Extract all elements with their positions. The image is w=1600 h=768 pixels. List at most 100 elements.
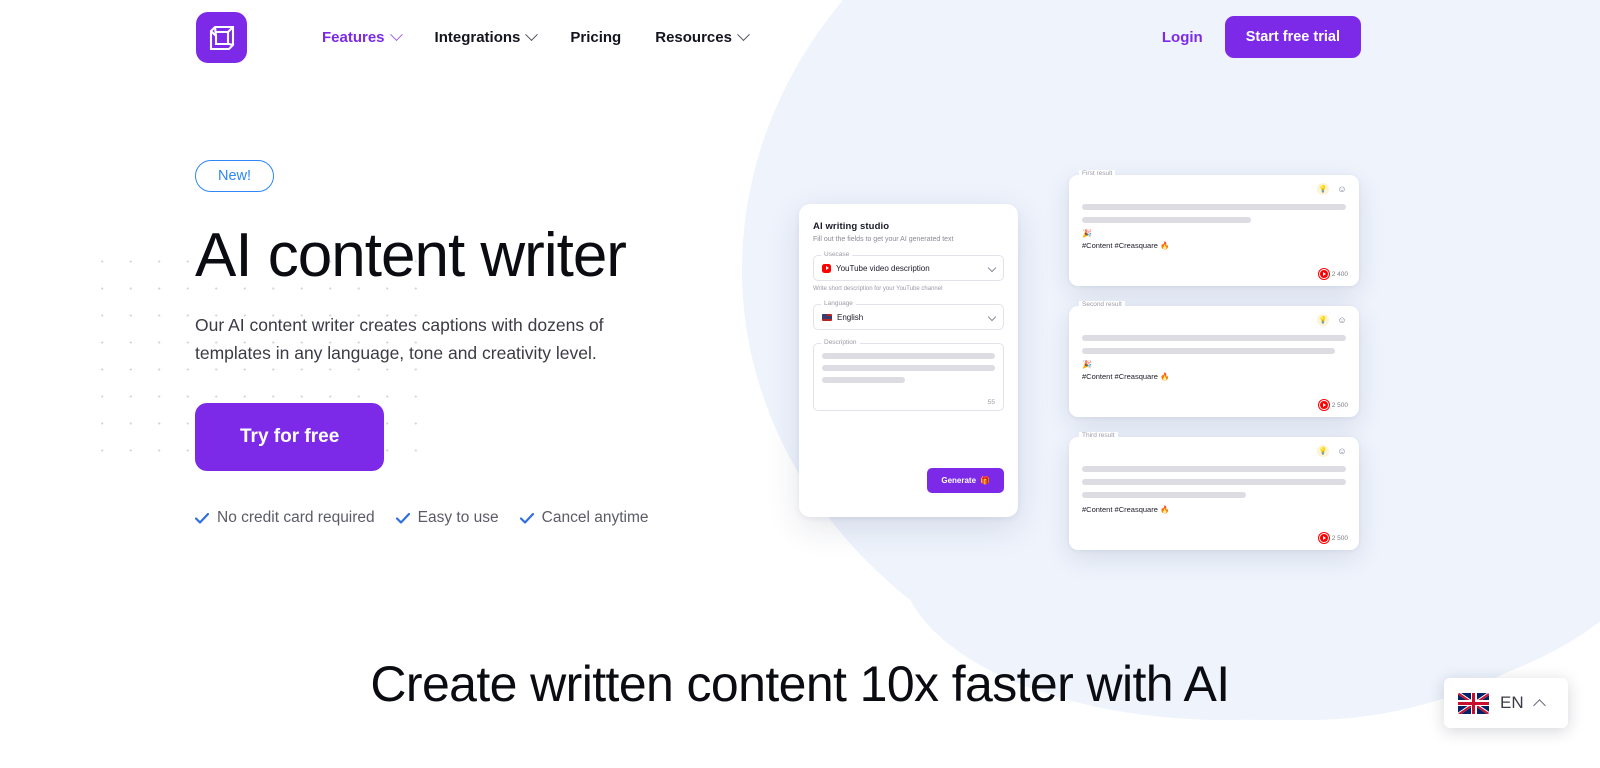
- result-tags: #Content #Creasquare 🔥: [1082, 505, 1170, 514]
- placeholder-bar: [1082, 335, 1346, 341]
- section-heading: Create written content 10x faster with A…: [370, 656, 1230, 712]
- check-icon: [519, 512, 534, 524]
- feature-checklist: No credit card required Easy to use Canc…: [195, 509, 835, 527]
- hero-subtitle: Our AI content writer creates captions w…: [195, 314, 604, 364]
- usecase-value-wrap: YouTube video description: [822, 263, 930, 273]
- result-count-value: 2 400: [1331, 270, 1348, 278]
- youtube-icon: [1318, 269, 1329, 279]
- chevron-down-icon: [737, 27, 750, 41]
- result-count: 2 400: [1318, 269, 1348, 279]
- check-item: Cancel anytime: [519, 509, 649, 527]
- nav-label-pricing: Pricing: [570, 28, 622, 46]
- main-navigation: Features Integrations Pricing Resources: [322, 0, 750, 74]
- site-header: Features Integrations Pricing Resources …: [0, 0, 1600, 74]
- result-label: Second result: [1079, 301, 1125, 308]
- header-actions: Login Start free trial: [1162, 0, 1361, 74]
- bulb-icon[interactable]: 💡: [1317, 183, 1329, 195]
- result-emoji: 🎉: [1082, 360, 1092, 369]
- check-icon: [195, 512, 209, 524]
- result-actions: 💡 ☺: [1317, 445, 1348, 457]
- placeholder-bar: [822, 365, 995, 371]
- youtube-icon: [1318, 400, 1329, 410]
- placeholder-bar: [1082, 204, 1346, 210]
- check-label: Cancel anytime: [541, 509, 649, 527]
- language-selector[interactable]: EN: [1444, 678, 1568, 728]
- result-label: Third result: [1079, 432, 1118, 439]
- ai-writing-studio-card: AI writing studio Fill out the fields to…: [799, 204, 1018, 517]
- nav-item-pricing[interactable]: Pricing: [570, 29, 621, 46]
- bulb-icon[interactable]: 💡: [1317, 445, 1329, 457]
- result-placeholder-bars: [1082, 466, 1346, 498]
- description-textarea[interactable]: Description 55: [813, 339, 1004, 411]
- result-count: 2 500: [1318, 533, 1348, 543]
- language-label: Language: [821, 300, 856, 307]
- usecase-label: Usecase: [821, 251, 853, 258]
- smiley-icon[interactable]: ☺: [1336, 314, 1348, 326]
- result-card: Second result 💡 ☺ 🎉 #Content #Creasquare…: [1069, 301, 1359, 417]
- chevron-down-icon: [987, 312, 997, 322]
- usecase-hint: Write short description for your YouTube…: [813, 286, 943, 292]
- landing-page: Features Integrations Pricing Resources …: [0, 0, 1600, 768]
- chevron-up-icon: [1532, 698, 1546, 712]
- creasquare-logo-icon: [207, 23, 237, 53]
- studio-title: AI writing studio: [813, 221, 890, 232]
- result-actions: 💡 ☺: [1317, 314, 1348, 326]
- placeholder-bar: [822, 377, 906, 383]
- placeholder-bar: [1082, 492, 1246, 498]
- result-count-value: 2 500: [1331, 401, 1348, 409]
- login-link[interactable]: Login: [1162, 29, 1203, 46]
- result-emoji: 🎉: [1082, 229, 1092, 238]
- studio-description: Fill out the fields to get your AI gener…: [813, 236, 954, 243]
- youtube-icon: [822, 263, 831, 273]
- nav-item-features[interactable]: Features: [322, 27, 403, 46]
- start-free-trial-button[interactable]: Start free trial: [1224, 16, 1361, 58]
- smiley-icon[interactable]: ☺: [1336, 445, 1348, 457]
- usecase-select[interactable]: Usecase YouTube video description: [813, 251, 1004, 281]
- result-count-value: 2 500: [1331, 534, 1348, 542]
- check-icon: [395, 512, 410, 524]
- nav-label-integrations: Integrations: [434, 28, 521, 46]
- language-code: EN: [1500, 693, 1524, 712]
- result-card: First result 💡 ☺ 🎉 #Content #Creasquare …: [1069, 170, 1359, 286]
- check-label: Easy to use: [417, 509, 499, 527]
- result-tags: #Content #Creasquare 🔥: [1082, 240, 1170, 250]
- nav-item-resources[interactable]: Resources: [655, 27, 750, 46]
- generate-label: Generate: [941, 476, 977, 485]
- result-placeholder-bars: [1082, 335, 1346, 354]
- language-value-wrap: English: [822, 313, 863, 322]
- placeholder-bar: [1082, 217, 1251, 223]
- result-placeholder-bars: [1082, 204, 1346, 223]
- result-tags: #Content #Creasquare 🔥: [1082, 371, 1170, 381]
- placeholder-bar: [822, 353, 995, 359]
- result-count: 2 500: [1318, 400, 1348, 410]
- language-value: English: [837, 312, 864, 322]
- nav-label-features: Features: [322, 28, 385, 46]
- bulb-icon[interactable]: 💡: [1317, 314, 1329, 326]
- nav-label-resources: Resources: [655, 28, 732, 46]
- nav-item-integrations[interactable]: Integrations: [434, 27, 539, 46]
- logo[interactable]: [196, 12, 247, 63]
- result-actions: 💡 ☺: [1317, 183, 1348, 195]
- character-count: 55: [987, 399, 995, 406]
- flag-us-icon: [822, 313, 832, 321]
- flag-uk-icon: [1458, 692, 1489, 714]
- hero-content: New! AI content writer Our AI content wr…: [195, 160, 835, 527]
- placeholder-bar: [1082, 348, 1336, 354]
- placeholder-bar: [1082, 479, 1346, 485]
- result-card: Third result 💡 ☺ #Content #Creasquare 🔥 …: [1069, 432, 1359, 550]
- gift-icon: 🎁: [980, 476, 990, 485]
- page-title: AI content writer: [195, 221, 627, 290]
- language-select[interactable]: Language English: [813, 300, 1004, 330]
- generate-button[interactable]: Generate 🎁: [927, 468, 1004, 493]
- chevron-down-icon: [389, 27, 403, 41]
- new-badge: New!: [195, 160, 275, 192]
- placeholder-bar: [1082, 466, 1346, 472]
- result-label: First result: [1079, 170, 1116, 177]
- smiley-icon[interactable]: ☺: [1336, 183, 1348, 195]
- try-for-free-button[interactable]: Try for free: [195, 403, 385, 472]
- youtube-icon: [1318, 533, 1329, 543]
- description-label: Description: [821, 339, 860, 346]
- chevron-down-icon: [987, 263, 997, 273]
- check-item: No credit card required: [195, 509, 375, 527]
- chevron-down-icon: [525, 27, 539, 41]
